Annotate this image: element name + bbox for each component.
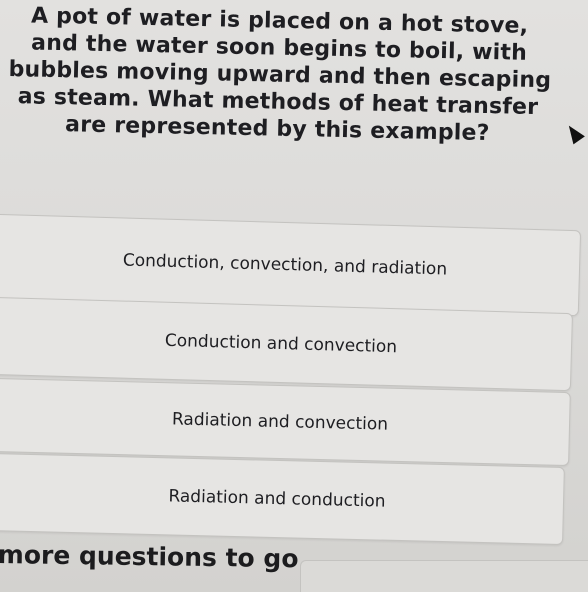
next-button-partial[interactable] [300,560,588,592]
answer-option-label: Conduction and convection [164,330,398,358]
answer-option-label: Radiation and conduction [168,486,386,512]
questions-remaining-text: more questions to go [0,540,299,574]
answer-option-4[interactable]: Radiation and conduction [0,452,565,546]
answer-option-label: Conduction, convection, and radiation [122,250,448,280]
question-text: A pot of water is placed on a hot stove,… [7,2,551,148]
mouse-cursor-icon [563,121,585,145]
answer-option-label: Radiation and convection [171,409,389,435]
answer-option-2[interactable]: Conduction and convection [0,296,573,392]
answer-option-3[interactable]: Radiation and convection [0,377,571,467]
